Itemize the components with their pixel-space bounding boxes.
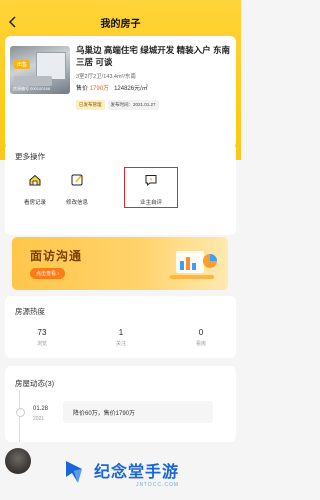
page-title: 我的房子 (100, 19, 141, 30)
stat-number: 73 (37, 328, 47, 337)
house-title: 乌巢边 高端住宅 绿城开发 精装入户 东南三居 可谈 (76, 45, 230, 67)
chart-illustration-icon (170, 251, 217, 279)
timeline-entry: 降价60万，售价1790万 (63, 401, 213, 423)
heat-card: 房源热度 73 浏览 1 关注 0 看房 (5, 296, 236, 358)
op-label: 看房记录 (23, 200, 46, 206)
price-value: 1790万 (89, 86, 110, 92)
timeline-year: 2021 (33, 416, 45, 422)
timeline-dot (16, 408, 25, 417)
section-title: 房屋动态(3) (15, 379, 55, 388)
listing-id: 房源编号 000100168 (13, 86, 51, 91)
watermark-brand: 纪念堂手游 (94, 464, 180, 481)
edit-info-button[interactable]: 修改信息 (57, 173, 97, 206)
publish-date: 发布时间：2021.01.27 (107, 100, 159, 110)
dynamics-card: 房屋动态(3) 01.28 2021 降价60万，售价1790万 (5, 366, 236, 442)
brand-logo-icon (66, 461, 82, 483)
view-record-button[interactable]: 看房记录 (15, 173, 55, 206)
banner-title: 面访沟通 (30, 249, 83, 263)
watermark: 纪念堂手游 JNTDCC.COM (62, 457, 238, 497)
house-spec: 3室2厅2卫/143.4m²/东南 (76, 74, 136, 80)
section-title: 更多操作 (15, 152, 45, 161)
unit-price: 124826元/㎡ (114, 86, 148, 92)
stat-visits: 0 看房 (171, 328, 231, 347)
stat-number: 1 (118, 328, 124, 337)
price-label: 售价 (76, 86, 89, 92)
house-icon (29, 174, 41, 186)
status-row: 已发布管理 发布时间：2021.01.27 (76, 100, 159, 110)
stat-caption: 看房 (195, 341, 206, 347)
stat-views: 73 浏览 (12, 328, 72, 347)
timeline-text: 降价60万，售价1790万 (73, 411, 136, 417)
interview-banner[interactable]: 面访沟通 点击查看 › (12, 237, 228, 290)
status-badge: 已发布管理 (76, 100, 105, 110)
price-row: 售价 1790万 124826元/㎡ (76, 83, 148, 92)
op-label: 修改信息 (65, 200, 88, 206)
section-title: 房源热度 (15, 307, 45, 316)
avatar[interactable] (5, 448, 31, 474)
edit-icon (71, 174, 83, 186)
stat-number: 0 (198, 328, 204, 337)
stat-follows: 1 关注 (91, 328, 151, 347)
stat-caption: 浏览 (36, 341, 47, 347)
timeline-date: 01.28 (33, 406, 49, 412)
house-card[interactable]: 出售 房源编号 000100168 乌巢边 高端住宅 绿城开发 精装入户 东南三… (5, 36, 236, 148)
highlight-box (124, 167, 178, 208)
banner-button[interactable]: 点击查看 › (30, 268, 66, 279)
sale-badge: 出售 (14, 60, 31, 69)
house-thumbnail: 出售 房源编号 000100168 (10, 46, 70, 94)
watermark-url: JNTDCC.COM (136, 482, 180, 488)
more-operations-card: 更多操作 看房记录 修改信息 业主自评 (5, 143, 236, 235)
stat-caption: 关注 (115, 341, 126, 347)
